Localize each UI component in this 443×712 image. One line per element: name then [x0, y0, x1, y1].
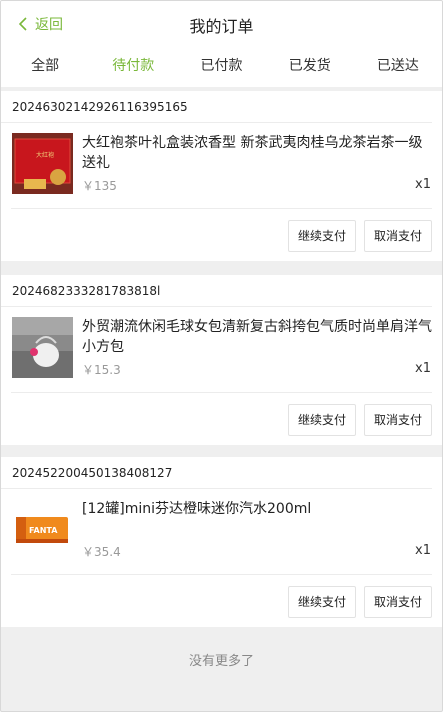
product-quantity: x1	[415, 543, 431, 558]
tab-all[interactable]: 全部	[1, 45, 89, 87]
product-quantity: x1	[415, 177, 431, 192]
order-item[interactable]: 外贸潮流休闲毛球女包清新复古斜挎包气质时尚单肩洋气小方包 ￥15.3 x1	[11, 307, 432, 393]
product-price: ￥35.4	[82, 545, 121, 559]
cancel-payment-button[interactable]: 取消支付	[363, 220, 432, 252]
continue-payment-button[interactable]: 继续支付	[287, 404, 356, 436]
order-number: 20245220045013840812​7	[1, 457, 432, 489]
order-card: 20245220045013840812​7 FANTA [12罐]mini芬达…	[1, 457, 442, 627]
product-price: ￥15.3	[82, 363, 121, 377]
tab-delivered[interactable]: 已送达	[354, 45, 442, 87]
order-actions: 继续支付 取消支付	[1, 393, 442, 445]
product-price: ￥135	[82, 179, 117, 193]
order-actions: 继续支付 取消支付	[1, 209, 442, 261]
product-quantity: x1	[415, 361, 431, 376]
order-item[interactable]: FANTA [12罐]mini芬达橙味迷你汽水200ml ￥35.4 x1	[11, 489, 432, 575]
product-image-tea-gift-box[interactable]: 大红袍	[12, 133, 73, 194]
product-image-fanta-cans[interactable]: FANTA	[12, 499, 73, 560]
order-card: 20246302142926116395165 大红袍 大红袍茶叶礼盒装浓香型 …	[1, 91, 442, 261]
order-number: 20246302142926116395165	[1, 91, 432, 123]
header: 返回 我的订单	[1, 1, 442, 45]
product-image-fluffy-bag[interactable]	[12, 317, 73, 378]
order-number: 2024682333281783818l	[1, 275, 432, 307]
continue-payment-button[interactable]: 继续支付	[287, 586, 356, 618]
product-name[interactable]: 大红袍茶叶礼盒装浓香型 新茶武夷肉桂乌龙茶岩茶一级送礼	[82, 133, 432, 173]
product-name[interactable]: 外贸潮流休闲毛球女包清新复古斜挎包气质时尚单肩洋气小方包	[82, 317, 432, 357]
no-more-text: 没有更多了	[188, 654, 254, 669]
svg-text:大红袍: 大红袍	[36, 151, 54, 159]
continue-payment-button[interactable]: 继续支付	[287, 220, 356, 252]
tab-shipped[interactable]: 已发货	[266, 45, 354, 87]
order-card: 2024682333281783818l 外贸潮流休闲毛球女包清新复古斜挎包气质…	[1, 275, 442, 445]
cancel-payment-button[interactable]: 取消支付	[363, 586, 432, 618]
product-name[interactable]: [12罐]mini芬达橙味迷你汽水200ml	[82, 499, 432, 519]
order-tabs: 全部 待付款 已付款 已发货 已送达	[1, 45, 442, 87]
cancel-payment-button[interactable]: 取消支付	[363, 404, 432, 436]
page-title: 我的订单	[189, 17, 254, 36]
tab-paid[interactable]: 已付款	[177, 45, 265, 87]
svg-text:FANTA: FANTA	[29, 526, 58, 535]
tab-pending-payment[interactable]: 待付款	[89, 45, 177, 87]
order-item[interactable]: 大红袍 大红袍茶叶礼盒装浓香型 新茶武夷肉桂乌龙茶岩茶一级送礼 ￥135 x1	[11, 123, 432, 209]
order-actions: 继续支付 取消支付	[1, 575, 442, 627]
app-frame: 返回 我的订单 全部 待付款 已付款 已发货 已送达 2024630214292…	[0, 0, 443, 712]
